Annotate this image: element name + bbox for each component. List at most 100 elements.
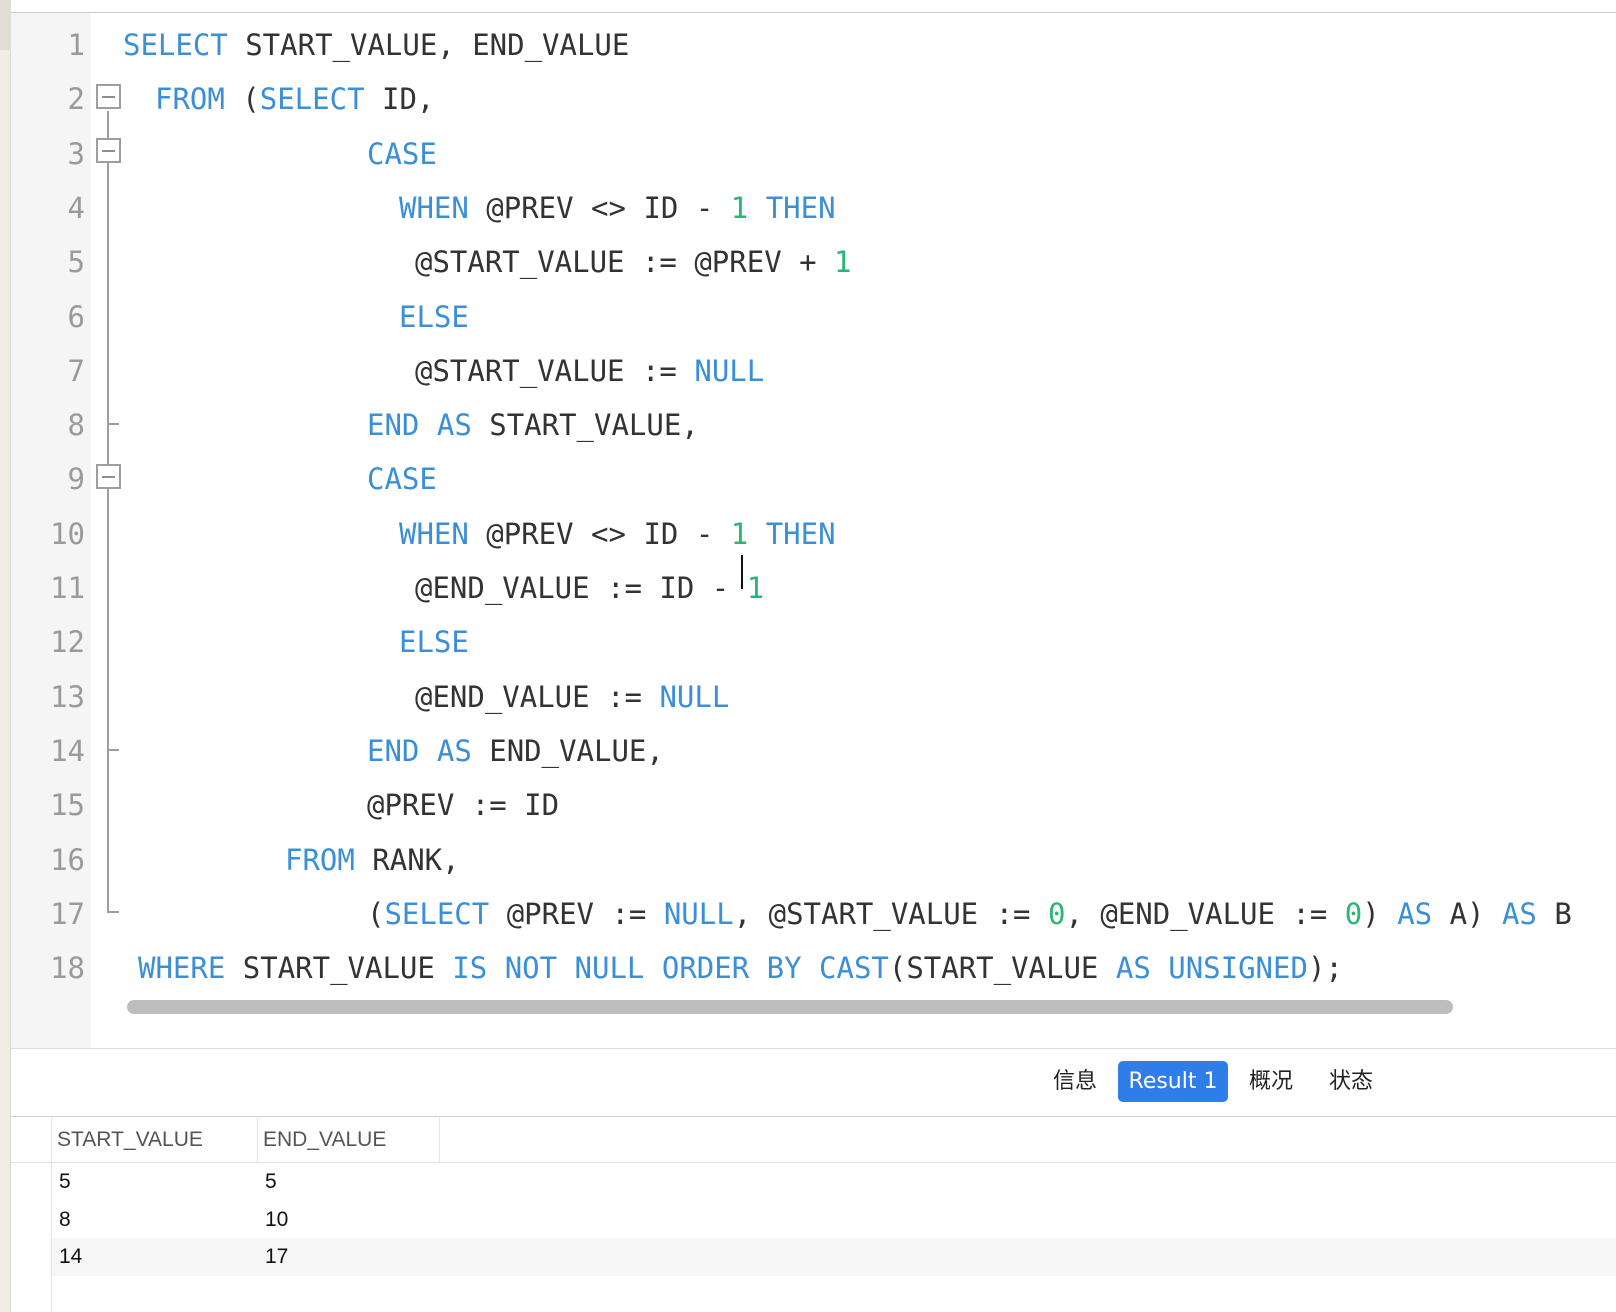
code-line[interactable]: 2 FROM (SELECT ID, <box>11 71 1616 127</box>
code-token: AS <box>1501 896 1537 931</box>
code-line[interactable]: 12 ELSE <box>11 614 1616 670</box>
code-text[interactable]: FROM (SELECT ID, <box>155 71 434 127</box>
tab-status[interactable]: 状态 <box>1311 1061 1391 1102</box>
code-text[interactable]: FROM RANK, <box>285 832 460 888</box>
code-text[interactable]: WHERE START_VALUE IS NOT NULL ORDER BY C… <box>138 940 1343 996</box>
cell-start-value[interactable]: 8 <box>52 1201 258 1239</box>
line-number: 16 <box>50 842 85 877</box>
horizontal-scrollbar-thumb[interactable] <box>127 1000 1453 1014</box>
line-number: 4 <box>67 190 85 225</box>
code-text[interactable]: @START_VALUE := NULL <box>415 343 764 399</box>
line-number: 13 <box>50 679 85 714</box>
code-token: A) <box>1432 896 1502 931</box>
code-text[interactable]: END AS START_VALUE, <box>367 397 699 453</box>
code-text[interactable]: WHEN @PREV <> ID - 1 THEN <box>399 506 836 562</box>
code-token: 1 <box>746 571 765 605</box>
result-tabbar: 信息 Result 1 概况 状态 <box>11 1049 1616 1117</box>
code-text[interactable]: SELECT START_VALUE, END_VALUE <box>123 17 629 73</box>
code-line[interactable]: 15 @PREV := ID <box>11 777 1616 833</box>
cell-end-value[interactable]: 10 <box>258 1201 440 1239</box>
code-token: NULL <box>694 353 765 388</box>
code-text[interactable]: @END_VALUE := ID - 1 <box>415 560 764 616</box>
column-header-start-value[interactable]: START_VALUE <box>52 1118 258 1162</box>
code-token: SELECT <box>384 896 490 931</box>
code-token: ID, <box>364 82 435 117</box>
code-token: ( <box>367 896 385 931</box>
code-line[interactable]: 5 @START_VALUE := @PREV + 1 <box>11 234 1616 290</box>
cell-end-value[interactable]: 5 <box>258 1163 440 1201</box>
table-row[interactable]: 5 5 <box>52 1163 1616 1201</box>
code-line[interactable]: 6 ELSE <box>11 289 1616 345</box>
text-cursor <box>741 555 743 589</box>
code-line[interactable]: 4 WHEN @PREV <> ID - 1 THEN <box>11 180 1616 236</box>
code-line[interactable]: 17 (SELECT @PREV := NULL, @START_VALUE :=… <box>11 886 1616 942</box>
code-token: RANK, <box>354 842 460 877</box>
code-token: THEN <box>765 516 836 551</box>
code-token: SELECT <box>259 82 365 117</box>
sql-editor[interactable]: 1 SELECT START_VALUE, END_VALUE 2 FROM (SEL… <box>11 13 1616 1048</box>
code-token: FROM <box>155 82 225 117</box>
line-number: 7 <box>67 353 85 388</box>
code-line[interactable]: 3 CASE <box>11 126 1616 182</box>
code-token: FROM <box>285 842 355 877</box>
code-text[interactable]: @END_VALUE := NULL <box>415 669 729 725</box>
column-header-end-value[interactable]: END_VALUE <box>258 1118 440 1162</box>
code-token: ( <box>224 82 260 117</box>
code-token: , @END_VALUE := <box>1065 896 1345 931</box>
code-token: NULL <box>574 951 645 986</box>
code-text[interactable]: @PREV := ID <box>367 777 559 833</box>
code-token: ELSE <box>399 299 469 334</box>
code-token: AS <box>1397 896 1433 931</box>
code-token: END_VALUE, <box>471 733 664 768</box>
code-token: CAST <box>819 951 889 986</box>
code-token: CASE <box>367 136 437 171</box>
code-token: BY <box>766 951 802 986</box>
code-line[interactable]: 8 END AS START_VALUE, <box>11 397 1616 453</box>
result-grid[interactable]: START_VALUE END_VALUE 5 5 8 10 14 17 <box>11 1118 1616 1312</box>
tab-profile[interactable]: 概况 <box>1231 1061 1311 1102</box>
table-row[interactable]: 14 17 <box>52 1238 1616 1276</box>
line-number: 3 <box>67 136 85 171</box>
code-token: 0 <box>1047 896 1066 931</box>
tab-result-1[interactable]: Result 1 <box>1118 1061 1228 1102</box>
code-token: ) <box>1362 896 1398 931</box>
code-line[interactable]: 9 CASE <box>11 451 1616 507</box>
code-line[interactable]: 18 WHERE START_VALUE IS NOT NULL ORDER BY… <box>11 940 1616 996</box>
line-number: 2 <box>67 82 85 117</box>
code-token: ); <box>1307 951 1343 986</box>
cell-start-value[interactable]: 5 <box>52 1163 258 1201</box>
code-text[interactable]: CASE <box>367 126 437 182</box>
code-token: 1 <box>730 190 749 225</box>
code-line[interactable]: 14 END AS END_VALUE, <box>11 723 1616 779</box>
code-text[interactable]: END AS END_VALUE, <box>367 723 664 779</box>
code-token: ORDER <box>661 951 750 986</box>
code-text[interactable]: @START_VALUE := @PREV + 1 <box>415 234 852 290</box>
tab-info[interactable]: 信息 <box>1035 1061 1115 1102</box>
table-row[interactable]: 8 10 <box>52 1201 1616 1239</box>
code-token: WHEN <box>399 516 469 551</box>
cell-end-value[interactable]: 17 <box>258 1238 440 1276</box>
code-text[interactable]: (SELECT @PREV := NULL, @START_VALUE := 0… <box>367 886 1572 942</box>
code-token: 1 <box>834 245 852 280</box>
code-token: B <box>1536 896 1572 931</box>
line-number: 10 <box>50 516 85 551</box>
code-text[interactable]: ELSE <box>399 289 469 345</box>
code-line[interactable]: 7 @START_VALUE := NULL <box>11 343 1616 399</box>
cell-start-value[interactable]: 14 <box>52 1238 258 1276</box>
code-text[interactable]: WHEN @PREV <> ID - 1 THEN <box>399 180 836 236</box>
code-token: @PREV := ID <box>367 788 560 823</box>
code-token: @END_VALUE := ID - <box>415 571 747 605</box>
code-line[interactable]: 13 @END_VALUE := NULL <box>11 669 1616 725</box>
code-text[interactable]: ELSE <box>399 614 469 670</box>
code-line[interactable]: 1 SELECT START_VALUE, END_VALUE <box>11 17 1616 73</box>
code-line[interactable]: 11 @END_VALUE := ID - 1 <box>11 560 1616 616</box>
code-line[interactable]: 10 WHEN @PREV <> ID - 1 THEN <box>11 506 1616 562</box>
code-text[interactable]: CASE <box>367 451 437 507</box>
line-number: 14 <box>50 733 85 768</box>
code-line[interactable]: 16 FROM RANK, <box>11 832 1616 888</box>
code-token: START_VALUE, <box>471 408 699 443</box>
horizontal-scrollbar[interactable] <box>125 996 1616 1018</box>
